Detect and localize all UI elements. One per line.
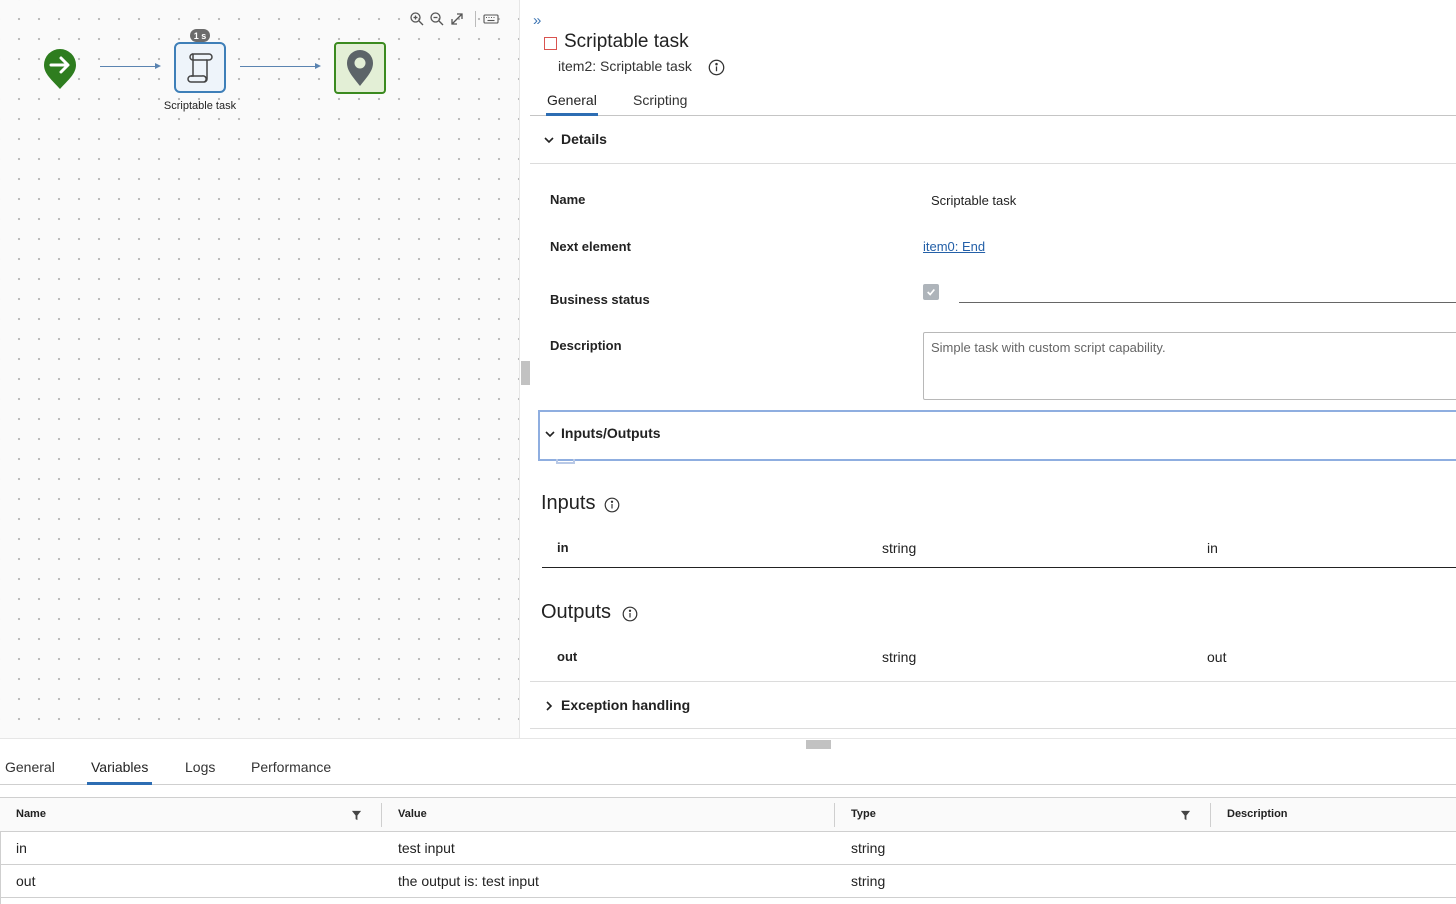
description-textarea[interactable]: Simple task with custom script capabilit… bbox=[923, 332, 1456, 400]
splitter-grip[interactable] bbox=[521, 361, 530, 385]
table-row[interactable]: in test input string bbox=[0, 832, 1456, 865]
cell-value: the output is: test input bbox=[398, 873, 539, 889]
name-label: Name bbox=[550, 192, 586, 207]
business-status-input[interactable] bbox=[959, 302, 1456, 303]
info-icon[interactable] bbox=[604, 497, 620, 513]
duration-badge: 1 s bbox=[190, 29, 210, 42]
io-section-header[interactable]: Inputs/Outputs bbox=[538, 410, 1456, 461]
flow-connector bbox=[100, 66, 156, 67]
input-name: in bbox=[557, 540, 569, 555]
toolbar-divider bbox=[475, 11, 476, 27]
business-status-checkbox[interactable] bbox=[923, 284, 939, 300]
details-section-header[interactable]: Details bbox=[530, 116, 1456, 164]
output-row[interactable]: out string out bbox=[542, 639, 1456, 677]
chevron-down-icon bbox=[545, 431, 555, 438]
vertical-splitter[interactable] bbox=[519, 0, 530, 738]
name-value[interactable]: Scriptable task bbox=[931, 193, 1016, 208]
start-node[interactable] bbox=[43, 48, 77, 90]
check-icon bbox=[927, 288, 935, 296]
cell-value: test input bbox=[398, 840, 455, 856]
filter-icon[interactable] bbox=[1180, 810, 1191, 821]
column-label: Name bbox=[16, 808, 46, 820]
tab-general[interactable]: General bbox=[5, 759, 55, 775]
output-name: out bbox=[557, 649, 578, 664]
column-type[interactable]: Type bbox=[835, 798, 1211, 831]
column-value[interactable]: Value bbox=[382, 798, 835, 831]
column-label: Description bbox=[1227, 808, 1288, 820]
flow-arrowhead bbox=[315, 63, 321, 69]
column-label: Type bbox=[851, 808, 876, 820]
tab-variables[interactable]: Variables bbox=[87, 759, 153, 785]
zoom-out-icon[interactable] bbox=[429, 11, 445, 27]
tab-general[interactable]: General bbox=[546, 92, 598, 116]
scriptable-task-node[interactable] bbox=[174, 42, 226, 93]
variables-grid: Name Value Type Description in test inpu… bbox=[0, 797, 1456, 898]
output-binding: out bbox=[1207, 649, 1227, 665]
column-name[interactable]: Name bbox=[0, 798, 382, 831]
input-type: string bbox=[882, 540, 917, 556]
keyboard-icon[interactable] bbox=[483, 11, 499, 27]
details-title: Details bbox=[561, 131, 607, 147]
inputs-heading: Inputs bbox=[541, 492, 596, 514]
chevron-right-icon bbox=[546, 701, 553, 711]
focus-indicator bbox=[556, 459, 575, 464]
table-row[interactable]: out the output is: test input string bbox=[0, 865, 1456, 898]
task-node-label: Scriptable task bbox=[163, 100, 237, 112]
cell-name: in bbox=[16, 840, 27, 856]
element-type-icon bbox=[544, 37, 557, 50]
input-binding: in bbox=[1207, 540, 1218, 556]
zoom-in-icon[interactable] bbox=[409, 11, 425, 27]
io-title: Inputs/Outputs bbox=[561, 425, 661, 441]
business-status-label: Business status bbox=[550, 292, 650, 307]
grid-header: Name Value Type Description bbox=[0, 798, 1456, 832]
splitter-grip[interactable] bbox=[806, 740, 831, 749]
tab-scripting[interactable]: Scripting bbox=[632, 92, 688, 108]
tab-logs[interactable]: Logs bbox=[185, 759, 215, 775]
horizontal-splitter[interactable] bbox=[0, 738, 1456, 749]
chevron-down-icon bbox=[544, 137, 554, 144]
workflow-canvas[interactable]: 1 s Scriptable task bbox=[0, 0, 519, 738]
tab-performance[interactable]: Performance bbox=[251, 759, 331, 775]
exception-section-header[interactable]: Exception handling bbox=[530, 681, 1456, 729]
exception-title: Exception handling bbox=[561, 697, 691, 713]
input-row[interactable]: in string in bbox=[542, 530, 1456, 568]
cell-type: string bbox=[851, 873, 886, 889]
info-icon[interactable] bbox=[622, 606, 638, 622]
bottom-tabs: General Variables Logs Performance bbox=[0, 749, 1456, 785]
flow-connector bbox=[240, 66, 316, 67]
element-title: Scriptable task bbox=[564, 31, 689, 52]
script-icon bbox=[187, 52, 213, 83]
properties-panel: » Scriptable task item2: Scriptable task… bbox=[530, 0, 1456, 738]
description-label: Description bbox=[550, 338, 622, 353]
flow-arrowhead bbox=[155, 63, 161, 69]
column-label: Value bbox=[398, 808, 427, 820]
next-element-label: Next element bbox=[550, 239, 631, 254]
location-pin-icon bbox=[347, 50, 373, 86]
collapse-panel-icon[interactable]: » bbox=[533, 12, 541, 29]
cell-name: out bbox=[16, 873, 36, 889]
output-type: string bbox=[882, 649, 917, 665]
end-node[interactable] bbox=[334, 42, 386, 94]
properties-tabs: General Scripting bbox=[530, 88, 1456, 116]
outputs-heading: Outputs bbox=[541, 601, 612, 623]
next-element-link[interactable]: item0: End bbox=[923, 239, 985, 254]
bottom-panel: General Variables Logs Performance Name … bbox=[0, 749, 1456, 904]
element-subtitle: item2: Scriptable task bbox=[558, 58, 692, 74]
filter-icon[interactable] bbox=[351, 810, 362, 821]
cell-type: string bbox=[851, 840, 886, 856]
fit-screen-icon[interactable] bbox=[449, 11, 465, 27]
info-icon[interactable] bbox=[708, 59, 725, 76]
column-description[interactable]: Description bbox=[1211, 798, 1456, 831]
